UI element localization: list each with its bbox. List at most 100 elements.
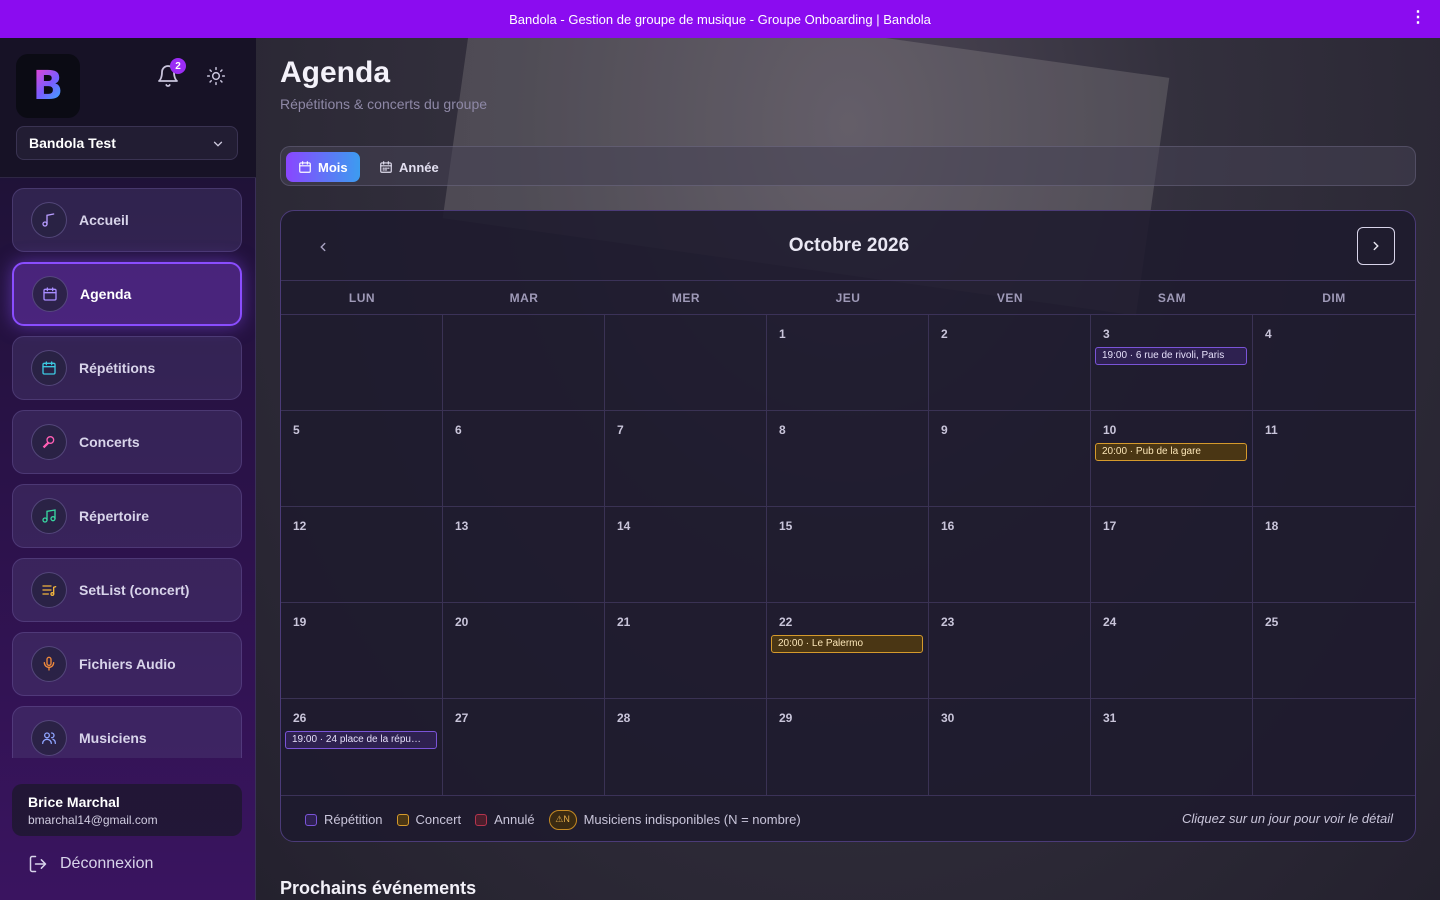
music-notes-icon [31, 498, 67, 534]
sidebar-item-fichiers-audio[interactable]: Fichiers Audio [12, 632, 242, 696]
sidebar-item-label: Musiciens [79, 730, 147, 746]
repetition-event[interactable]: 19:00 · 24 place de la répu… [285, 731, 437, 749]
day-number: 31 [1103, 711, 1117, 725]
day-number: 23 [941, 615, 955, 629]
day-number: 18 [1265, 519, 1279, 533]
calendar-day-cell[interactable]: 9 [929, 411, 1091, 507]
sidebar-item-concerts[interactable]: Concerts [12, 410, 242, 474]
legend-label: Répétition [324, 812, 383, 827]
calendar-day-cell[interactable]: 15 [767, 507, 929, 603]
music-note-icon [31, 202, 67, 238]
logout-button[interactable]: Déconnexion [28, 852, 153, 876]
legend-label: Musiciens indisponibles (N = nombre) [583, 812, 801, 827]
group-selector[interactable]: Bandola Test [16, 126, 238, 160]
view-year-button[interactable]: Année [367, 152, 451, 182]
more-options-icon[interactable]: ⋮ [1410, 10, 1426, 26]
sidebar-item-setlist[interactable]: SetList (concert) [12, 558, 242, 622]
sidebar-item-musiciens[interactable]: Musiciens [12, 706, 242, 758]
next-month-button[interactable] [1357, 227, 1395, 265]
calendar-day-cell[interactable]: 26 19:00 · 24 place de la répu… [281, 699, 443, 795]
calendar-day-cell[interactable]: 13 [443, 507, 605, 603]
weekday-label: MAR [509, 291, 539, 305]
weekday-label: VEN [996, 291, 1024, 305]
calendar-day-cell[interactable]: 5 [281, 411, 443, 507]
user-card[interactable]: Brice Marchal bmarchal14@gmail.com [12, 784, 242, 836]
sidebar-item-repetitions[interactable]: Répétitions [12, 336, 242, 400]
upcoming-events-title: Prochains événements [280, 878, 477, 898]
legend-repetition: Répétition [305, 812, 383, 827]
calendar-day-cell[interactable]: 12 [281, 507, 443, 603]
calendar-day-cell[interactable]: 20 [443, 603, 605, 699]
notification-count-badge: 2 [170, 58, 186, 74]
day-number: 6 [455, 423, 462, 437]
day-number: 28 [617, 711, 631, 725]
sidebar-item-accueil[interactable]: Accueil [12, 188, 242, 252]
user-email: bmarchal14@gmail.com [28, 813, 158, 827]
sidebar: B 2 Bandola Test Accueil Agenda Répétiti… [0, 38, 256, 900]
day-number: 14 [617, 519, 631, 533]
day-number: 30 [941, 711, 955, 725]
sidebar-item-label: Fichiers Audio [79, 656, 176, 672]
view-month-button[interactable]: Mois [286, 152, 360, 182]
user-name: Brice Marchal [28, 794, 120, 810]
sun-icon[interactable] [206, 66, 226, 86]
calendar-day-cell[interactable]: 16 [929, 507, 1091, 603]
calendar-day-cell[interactable]: 24 [1091, 603, 1253, 699]
calendar-day-cell[interactable]: 8 [767, 411, 929, 507]
sidebar-item-label: Concerts [79, 434, 140, 450]
calendar-day-cell[interactable]: 23 [929, 603, 1091, 699]
app-logo[interactable]: B [16, 54, 80, 118]
calendar-day-cell[interactable]: 11 [1253, 411, 1415, 507]
day-number: 7 [617, 423, 624, 437]
calendar-day-cell[interactable]: 25 [1253, 603, 1415, 699]
calendar-day-cell[interactable]: 4 [1253, 315, 1415, 411]
day-number: 12 [293, 519, 307, 533]
day-number: 3 [1103, 327, 1110, 341]
day-number: 10 [1103, 423, 1117, 437]
sidebar-item-agenda[interactable]: Agenda [12, 262, 242, 326]
calendar-day-cell[interactable]: 18 [1253, 507, 1415, 603]
sidebar-item-repertoire[interactable]: Répertoire [12, 484, 242, 548]
logout-label: Déconnexion [60, 855, 154, 872]
repetition-event[interactable]: 19:00 · 6 rue de rivoli, Paris [1095, 347, 1247, 365]
concert-event[interactable]: 20:00 · Le Palermo [771, 635, 923, 653]
sidebar-item-label: SetList (concert) [79, 582, 190, 598]
calendar-day-cell[interactable]: 1 [767, 315, 929, 411]
main-content: Agenda Répétitions & concerts du groupe … [256, 38, 1440, 900]
calendar-day-cell[interactable]: 10 20:00 · Pub de la gare [1091, 411, 1253, 507]
calendar-day-cell[interactable]: 30 [929, 699, 1091, 795]
sidebar-header: B 2 Bandola Test [0, 38, 256, 178]
window-title: Bandola - Gestion de groupe de musique -… [509, 11, 931, 27]
calendar-day-cell[interactable]: 2 [929, 315, 1091, 411]
logout-icon [29, 855, 47, 873]
legend-swatch [396, 813, 409, 826]
calendar-day-cell[interactable]: 19 [281, 603, 443, 699]
concert-event[interactable]: 20:00 · Pub de la gare [1095, 443, 1247, 461]
calendar-day-cell[interactable]: 6 [443, 411, 605, 507]
day-number: 26 [293, 711, 307, 725]
calendar-day-cell[interactable]: 21 [605, 603, 767, 699]
day-number: 9 [941, 423, 948, 437]
calendar: Octobre 2026 LUN MAR MER JEU VEN SAM DIM… [280, 210, 1416, 842]
view-month-label: Mois [318, 159, 348, 175]
calendar-day-cell[interactable]: 22 20:00 · Le Palermo [767, 603, 929, 699]
legend-label: Annulé [494, 812, 535, 827]
calendar-day-cell[interactable]: 29 [767, 699, 929, 795]
sidebar-nav: Accueil Agenda Répétitions Concerts Répe [0, 188, 256, 758]
weekday-label: LUN [348, 291, 376, 305]
calendar-icon [299, 161, 311, 173]
day-number: 4 [1265, 327, 1272, 341]
calendar-day-cell[interactable]: 27 [443, 699, 605, 795]
calendar-day-cell[interactable]: 14 [605, 507, 767, 603]
calendar-day-cell[interactable]: 31 [1091, 699, 1253, 795]
calendar-empty-cell [281, 315, 443, 411]
playlist-icon [31, 572, 67, 608]
calendar-day-cell[interactable]: 17 [1091, 507, 1253, 603]
calendar-day-cell[interactable]: 7 [605, 411, 767, 507]
microphone-icon [31, 424, 67, 460]
calendar-day-cell[interactable]: 3 19:00 · 6 rue de rivoli, Paris [1091, 315, 1253, 411]
calendar-icon [31, 350, 67, 386]
calendar-icon [380, 161, 392, 173]
day-number: 11 [1265, 423, 1278, 437]
calendar-day-cell[interactable]: 28 [605, 699, 767, 795]
